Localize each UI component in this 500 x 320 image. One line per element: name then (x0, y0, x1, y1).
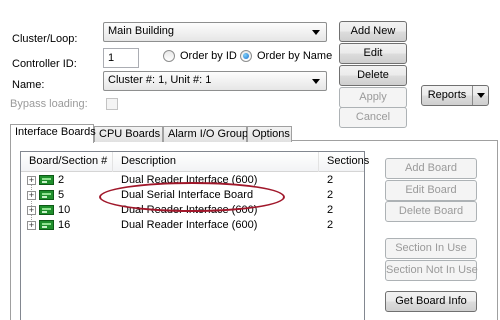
expand-icon[interactable]: + (27, 221, 36, 230)
column-header-description[interactable]: Description (113, 152, 319, 172)
section-in-use-button[interactable]: Section In Use (385, 238, 477, 259)
chevron-down-icon[interactable] (472, 86, 488, 105)
board-number: 10 (58, 204, 71, 216)
board-icon (39, 220, 54, 230)
order-by-name-radio[interactable] (240, 50, 252, 62)
name-label: Name: (12, 79, 45, 91)
edit-button[interactable]: Edit (339, 43, 407, 64)
board-sections: 2 (327, 174, 334, 186)
column-header-board[interactable]: Board/Section # (21, 152, 113, 172)
cluster-loop-label: Cluster/Loop: (12, 33, 78, 45)
board-description: Dual Reader Interface (600) (121, 219, 258, 231)
table-row[interactable]: + 16 Dual Reader Interface (600) 2 (21, 218, 364, 232)
controller-id-field[interactable]: 1 (103, 48, 139, 68)
edit-board-button[interactable]: Edit Board (385, 180, 477, 201)
name-select[interactable]: Cluster #: 1, Unit #: 1 (103, 71, 327, 91)
table-row[interactable]: + 10 Dual Reader Interface (600) 2 (21, 203, 364, 217)
cancel-button[interactable]: Cancel (339, 107, 407, 128)
reports-button-label: Reports (427, 89, 467, 101)
table-row[interactable]: + 2 Dual Reader Interface (600) 2 (21, 173, 364, 187)
order-by-id-radio[interactable] (163, 50, 175, 62)
order-by-name-label: Order by Name (257, 50, 333, 62)
board-sections: 2 (327, 189, 334, 201)
cluster-loop-value: Main Building (108, 25, 175, 37)
board-number: 16 (58, 219, 71, 231)
expand-icon[interactable]: + (27, 176, 36, 185)
delete-board-button[interactable]: Delete Board (385, 201, 477, 222)
board-description: Dual Reader Interface (600) (121, 174, 258, 186)
delete-button[interactable]: Delete (339, 65, 407, 86)
expand-icon[interactable]: + (27, 191, 36, 200)
board-number: 5 (58, 189, 65, 201)
table-row[interactable]: + 5 Dual Serial Interface Board 2 (21, 188, 364, 202)
chevron-down-icon (312, 79, 320, 84)
bypass-loading-label: Bypass loading: (10, 98, 88, 110)
tab-alarm-io-groups[interactable]: Alarm I/O Groups (163, 126, 254, 142)
add-board-button[interactable]: Add Board (385, 158, 477, 179)
name-value: Cluster #: 1, Unit #: 1 (108, 74, 212, 86)
tab-options[interactable]: Options (247, 126, 292, 142)
apply-button[interactable]: Apply (339, 87, 407, 108)
table-header: Board/Section # Description Sections (21, 152, 369, 172)
board-description: Dual Reader Interface (600) (121, 204, 258, 216)
chevron-down-icon (312, 30, 320, 35)
board-description: Dual Serial Interface Board (121, 189, 254, 201)
add-new-button[interactable]: Add New (339, 21, 407, 42)
board-icon (39, 175, 54, 185)
board-sections: 2 (327, 219, 334, 231)
board-number: 2 (58, 174, 65, 186)
section-not-in-use-button[interactable]: Section Not In Use (385, 260, 478, 281)
board-sections: 2 (327, 204, 334, 216)
reports-split-button[interactable]: Reports (421, 85, 489, 106)
order-by-name-option[interactable]: Order by Name (240, 50, 332, 62)
column-header-sections[interactable]: Sections (319, 152, 369, 172)
order-by-id-label: Order by ID (180, 50, 237, 62)
order-by-id-option[interactable]: Order by ID (163, 50, 237, 62)
cluster-loop-select[interactable]: Main Building (103, 22, 327, 42)
expand-icon[interactable]: + (27, 206, 36, 215)
interface-boards-table[interactable]: Board/Section # Description Sections + 2… (20, 151, 369, 320)
tab-cpu-boards[interactable]: CPU Boards (94, 126, 163, 142)
get-board-info-button[interactable]: Get Board Info (385, 291, 477, 312)
bypass-loading-checkbox[interactable] (106, 98, 118, 110)
board-icon (39, 190, 54, 200)
board-icon (39, 205, 54, 215)
tab-interface-boards[interactable]: Interface Boards (10, 124, 96, 143)
controller-id-label: Controller ID: (12, 58, 77, 70)
